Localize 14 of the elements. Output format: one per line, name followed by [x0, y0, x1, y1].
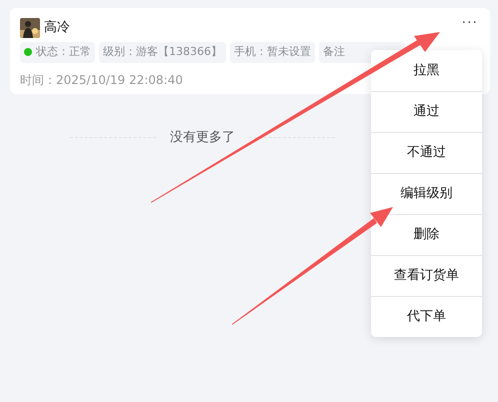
menu-item[interactable]: 删除: [371, 214, 482, 255]
more-button[interactable]: ···: [462, 16, 478, 30]
user-name: 高冷: [44, 19, 70, 38]
info-tag: 级别：游客【138366】: [99, 42, 226, 62]
menu-item[interactable]: 不通过: [371, 132, 482, 173]
menu-item[interactable]: 编辑级别: [371, 173, 482, 214]
time-text: 时间：2025/10/19 22:08:40: [20, 72, 183, 88]
menu-item[interactable]: 查看订货单: [371, 255, 482, 296]
status-tag: 状态：正常: [20, 42, 95, 62]
info-tag: 手机：暂未设置: [230, 42, 315, 62]
menu-item[interactable]: 拉黑: [371, 50, 482, 91]
menu-item[interactable]: 通过: [371, 91, 482, 132]
end-message: 没有更多了: [170, 129, 235, 147]
menu-item[interactable]: 代下单: [371, 296, 482, 337]
